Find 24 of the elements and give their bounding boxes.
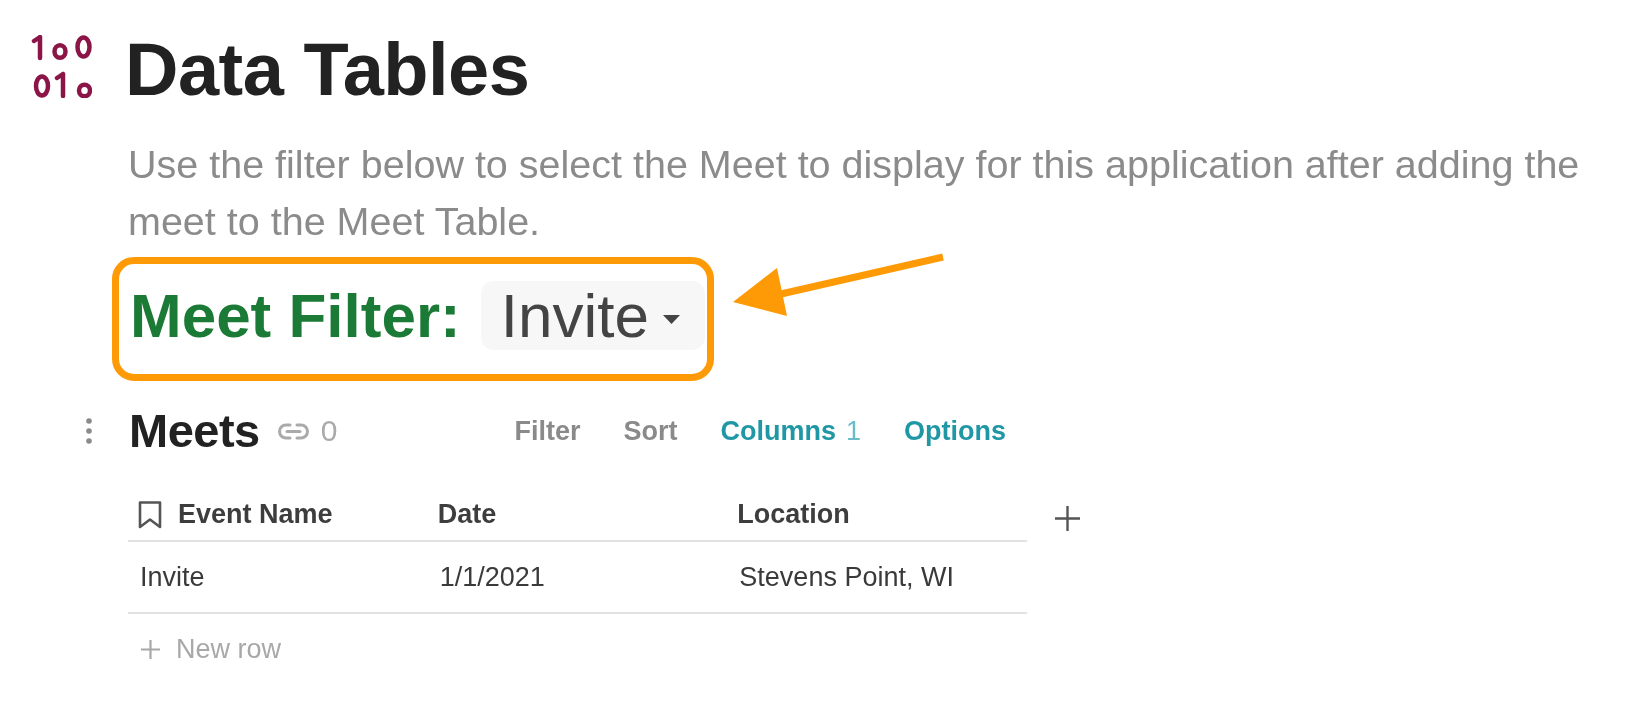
toolbar-button[interactable]: Filter bbox=[514, 413, 581, 449]
toolbar-button[interactable]: Sort bbox=[623, 413, 678, 449]
binary-digits-icon bbox=[31, 35, 92, 98]
table-cell-text: Stevens Point, WI bbox=[738, 560, 955, 594]
new-row-button[interactable]: New row bbox=[128, 614, 288, 684]
filter-label: Meet Filter: bbox=[130, 281, 461, 350]
column-header[interactable]: Date bbox=[427, 489, 728, 540]
column-header[interactable]: Location bbox=[727, 489, 1027, 540]
bookmark-icon bbox=[138, 500, 162, 529]
toolbar-button[interactable]: Columns 1 bbox=[720, 413, 861, 449]
page-description: Use the filter below to select the Meet to display for this application after adding the meet to the Meet Table. bbox=[128, 141, 1581, 245]
table-cell-text: 1/1/2021 bbox=[438, 560, 546, 594]
table-cell-text: Invite bbox=[139, 560, 206, 594]
filter-dropdown[interactable]: Invite bbox=[480, 281, 705, 350]
link-count: 0 bbox=[320, 413, 338, 449]
view-title: Meets bbox=[129, 403, 260, 459]
toolbar-button[interactable]: Options bbox=[904, 413, 1006, 449]
plus-icon[interactable] bbox=[1055, 506, 1080, 531]
drag-handle-icon[interactable] bbox=[84, 418, 94, 444]
caret-icon bbox=[662, 315, 680, 324]
page-title: Data Tables bbox=[125, 33, 530, 107]
plus-icon bbox=[141, 639, 160, 659]
link-icon bbox=[276, 422, 310, 440]
column-header[interactable]: Event Name bbox=[128, 489, 428, 540]
